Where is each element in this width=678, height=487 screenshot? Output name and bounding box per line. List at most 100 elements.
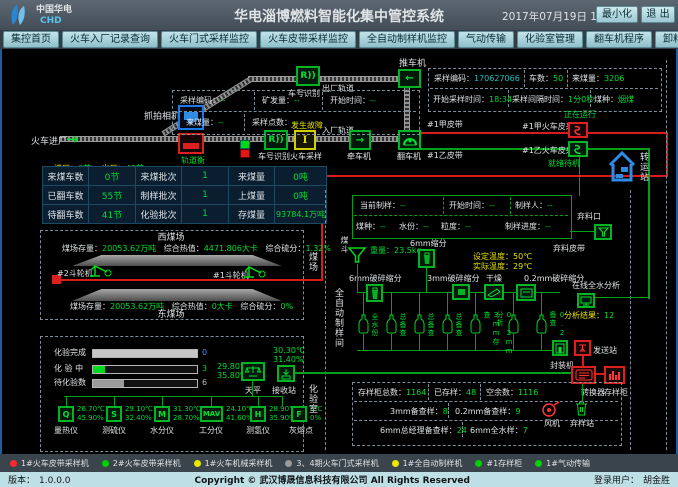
legend-item: 1#气动传输 (535, 458, 590, 469)
discard-port-label: 弃料口 (577, 212, 601, 222)
calorimeter-icon[interactable]: Q (58, 406, 74, 422)
analysis-result: 分析结果：12 (564, 311, 614, 321)
belt-sampler-1b-icon[interactable] (568, 141, 588, 157)
progress-value-done: 0 (202, 348, 207, 358)
tab-auto-prep[interactable]: 全自动制样机监控 (359, 31, 455, 48)
main-menu: 集控首页 火车入厂记录查询 火车门式采样监控 火车皮带采样监控 全自动制样机监控… (0, 30, 678, 49)
divider (480, 384, 481, 400)
proximate-analyzer-icon[interactable]: MAV (200, 406, 223, 422)
running-status: 正在运行 (564, 110, 596, 120)
logo-text-en: CHD (40, 16, 62, 27)
machine-label-dryer: 干燥 (486, 274, 502, 284)
crusher-3mm-icon[interactable] (452, 284, 470, 300)
divider-6mm-icon[interactable] (418, 249, 435, 268)
coal-stats-table: 来煤车数0节 来煤批次1 来煤量0吨 已翻车数55节 制样批次1 上煤量0吨 待… (42, 166, 327, 224)
progress-label-testing: 化 验 中 (54, 364, 83, 374)
ash-fusion-icon[interactable]: F (291, 406, 307, 422)
send-station-label: 发送站 (593, 346, 617, 356)
pusher-icon[interactable]: ← (398, 69, 421, 88)
coal-yard-side-label: 煤场 (306, 252, 317, 302)
minimize-button[interactable]: 最小化 (596, 6, 638, 23)
progress-bar-testing (92, 365, 198, 374)
tab-dumper-program[interactable]: 翻车机程序 (586, 31, 652, 48)
stat-value: 1 (182, 205, 228, 223)
divider (244, 114, 245, 131)
legend-dot-icon (392, 460, 399, 467)
legend-dot-icon (285, 460, 292, 467)
tab-lab-mgmt[interactable]: 化验室管理 (517, 31, 583, 48)
send-gate-icon[interactable] (552, 340, 568, 356)
stacker-1-icon[interactable] (242, 261, 268, 279)
moisture-analyzer-icon[interactable]: M (154, 406, 170, 422)
hopper-icon[interactable] (347, 246, 367, 264)
divider (567, 70, 568, 87)
east-yard-label: 东煤场 (40, 310, 302, 321)
tab-home[interactable]: 集控首页 (3, 31, 59, 48)
progress-bar-done (92, 349, 198, 358)
process-line (513, 292, 514, 315)
tab-gantry-sampler[interactable]: 火车门式采样监控 (161, 31, 257, 48)
field-empty: 空余数：1116 (486, 388, 538, 398)
progress-value-testing: 3 (202, 364, 207, 374)
field-coal-in: 来煤量：-- (186, 118, 224, 128)
car-id-reader-out-icon[interactable]: R)) (296, 66, 320, 86)
field-ore-shipped: 矿发量：-- (262, 96, 300, 106)
actual-temp: 实际温度：29℃ (473, 262, 532, 272)
process-line (475, 292, 476, 315)
track-scale-icon[interactable] (178, 133, 204, 154)
sulfur-analyzer-icon[interactable]: S (106, 406, 122, 422)
online-analyzer-icon[interactable] (577, 293, 595, 308)
send-station-icon[interactable] (574, 340, 591, 356)
crusher-6mm-icon[interactable] (366, 284, 383, 302)
region-divider (666, 60, 667, 450)
belt-1a-line (421, 132, 668, 134)
discard-port-icon[interactable] (594, 224, 612, 240)
hydrogen-analyzer-icon[interactable]: H (250, 406, 266, 422)
tab-pneumatic[interactable]: 气动传输 (458, 31, 514, 48)
crusher-02mm-icon[interactable] (516, 284, 536, 301)
west-yard-info: 煤场存量：20053.62万吨 综合热值：4471.806大卡 综合硫分：1.3… (62, 244, 331, 254)
stat-label: 来煤量 (229, 167, 274, 185)
field-sample-start: 开始采样时间：18:34 (433, 95, 512, 105)
tab-belt-sampler[interactable]: 火车皮带采样监控 (260, 31, 356, 48)
field-prep-progress: 制样进度：-- (505, 222, 551, 232)
tab-unload-program[interactable]: 卸料程序 (655, 31, 678, 48)
status-legend: 1#火车皮带采样机 2#火车皮带采样机 1#火车机械采样机 3、4期火车门式采样… (0, 454, 678, 472)
process-line (363, 334, 364, 351)
dryer-icon[interactable] (484, 284, 504, 300)
divider (510, 197, 511, 214)
process-line (391, 292, 392, 315)
ash-fusion-temp: 0℃ (310, 405, 322, 414)
bottle-icon (386, 314, 397, 334)
train-in-arrow-icon: → (66, 130, 79, 148)
divider (443, 197, 444, 214)
tab-train-entry-records[interactable]: 火车入厂记录查询 (62, 31, 158, 48)
stacker-2-icon[interactable] (88, 260, 114, 278)
version-info: 版本：1.0.0.0 (8, 473, 71, 486)
receive-station-icon[interactable] (277, 365, 295, 382)
field-6mm-moisture-sample: 6mm全水样：7 (470, 426, 528, 436)
coal-pile-east (72, 289, 282, 301)
bottle-label: 全水份 (370, 313, 379, 343)
train-sampler-label: 火车采样 (290, 152, 322, 162)
train-in-label: 火车进厂 (31, 137, 67, 148)
signal-lamp-green (240, 140, 250, 149)
field-sample-code: 采样编码：-- (180, 96, 226, 106)
belt-sampler-1a-icon[interactable] (568, 122, 588, 138)
exit-button[interactable]: 退 出 (641, 6, 675, 23)
calorimeter-humidity: 45.90% (77, 414, 104, 423)
field-granularity: 粒度：-- (441, 222, 471, 232)
receive-humidity: 31.40% (273, 355, 304, 365)
balance-label: 天平 (245, 386, 261, 396)
status-bar: 版本：1.0.0.0 Copyright © 武汉博晟信息科技有限公司 All … (0, 472, 678, 487)
legend-dot-icon (10, 460, 17, 467)
balance-icon[interactable] (241, 362, 265, 381)
bottle-label: 总备查 (454, 313, 463, 343)
stat-value: 1 (182, 167, 228, 185)
field-prep-coal-type: 煤种：-- (356, 222, 386, 232)
transfer-station-icon[interactable] (608, 149, 636, 183)
process-line (391, 334, 392, 351)
stat-value: 1 (182, 186, 228, 204)
process-line (419, 292, 420, 315)
legend-item: 1#火车机械采样机 (194, 458, 273, 469)
